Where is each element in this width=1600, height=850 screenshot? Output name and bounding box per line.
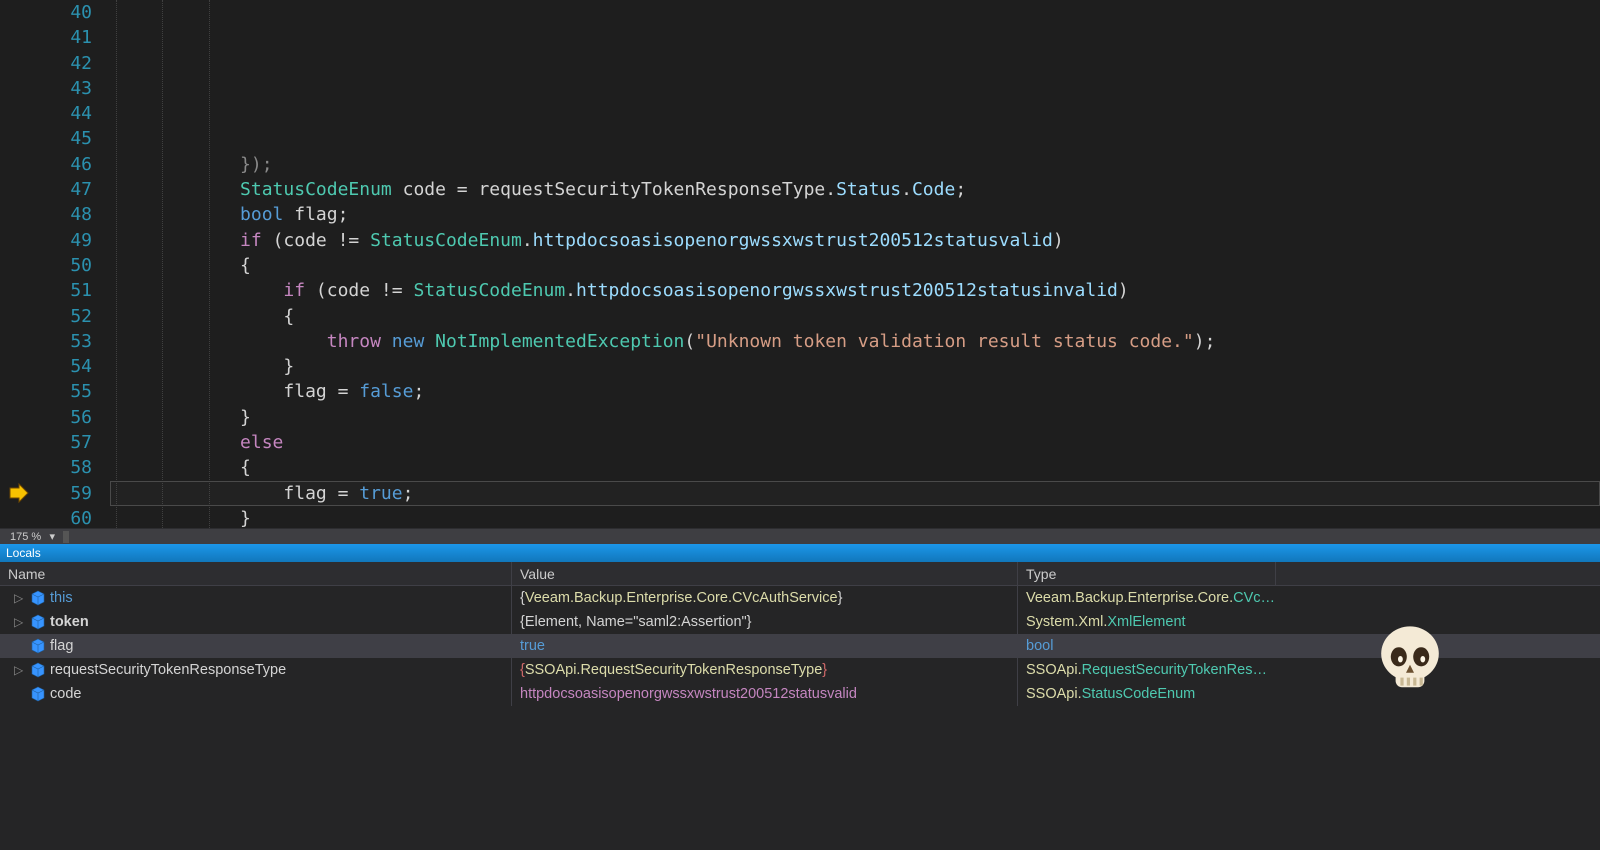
locals-column-headers: Name Value Type bbox=[0, 562, 1600, 586]
skull-icon bbox=[1370, 620, 1450, 700]
expander-icon[interactable]: ▷ bbox=[14, 591, 26, 605]
locals-row[interactable]: ▷ requestSecurityTokenResponseType {SSOApi… bbox=[0, 658, 1600, 682]
locals-value-cell[interactable]: {SSOApi.RequestSecurityTokenResponseType… bbox=[512, 658, 1018, 682]
locals-panel-title[interactable]: Locals bbox=[0, 544, 1600, 562]
locals-name-cell[interactable]: ▷ this bbox=[0, 586, 512, 610]
locals-type-cell: Veeam.Backup.Enterprise.Core.CVc… bbox=[1018, 586, 1276, 610]
variable-cube-icon bbox=[30, 638, 46, 654]
locals-header-value[interactable]: Value bbox=[512, 562, 1018, 585]
locals-name-cell[interactable]: code bbox=[0, 682, 512, 706]
locals-header-name[interactable]: Name bbox=[0, 562, 512, 585]
locals-var-name: code bbox=[50, 686, 81, 702]
locals-value-cell[interactable]: {Veeam.Backup.Enterprise.Core.CVcAuthSer… bbox=[512, 586, 1018, 610]
locals-var-name: flag bbox=[50, 638, 73, 654]
locals-value-cell[interactable]: httpdocsoasisopenorgwssxwstrust200512sta… bbox=[512, 682, 1018, 706]
locals-name-cell[interactable]: flag bbox=[0, 634, 512, 658]
locals-panel: Locals Name Value Type ▷ this {Veeam.Backu… bbox=[0, 544, 1600, 850]
locals-name-cell[interactable]: ▷ token bbox=[0, 610, 512, 634]
variable-cube-icon bbox=[30, 614, 46, 630]
locals-var-name: requestSecurityTokenResponseType bbox=[50, 662, 286, 678]
variable-cube-icon bbox=[30, 662, 46, 678]
locals-type-cell: System.Xml.XmlElement bbox=[1018, 610, 1276, 634]
locals-var-name: token bbox=[50, 614, 89, 630]
line-number-gutter: 40 41 42 43 44 45 46 47 48 49 50 51 52 5… bbox=[38, 0, 110, 528]
locals-name-cell[interactable]: ▷ requestSecurityTokenResponseType bbox=[0, 658, 512, 682]
locals-header-type[interactable]: Type bbox=[1018, 562, 1276, 585]
locals-type-cell: SSOApi.StatusCodeEnum bbox=[1018, 682, 1276, 706]
variable-cube-icon bbox=[30, 686, 46, 702]
locals-type-cell: SSOApi.RequestSecurityTokenRes… bbox=[1018, 658, 1276, 682]
locals-row[interactable]: ▷ this {Veeam.Backup.Enterprise.Core.CVcAu… bbox=[0, 586, 1600, 610]
code-body[interactable]: }); StatusCodeEnum code = requestSecurit… bbox=[110, 0, 1600, 528]
expander-icon[interactable]: ▷ bbox=[14, 663, 26, 677]
scrollbar-thumb[interactable] bbox=[63, 531, 69, 543]
breakpoint-gutter[interactable] bbox=[0, 0, 38, 528]
locals-type-cell: bool bbox=[1018, 634, 1276, 658]
locals-rows: ▷ this {Veeam.Backup.Enterprise.Core.CVcAu… bbox=[0, 586, 1600, 706]
zoom-level[interactable]: 175 % bbox=[10, 531, 41, 543]
locals-row[interactable]: code httpdocsoasisopenorgwssxwstrust20051… bbox=[0, 682, 1600, 706]
variable-cube-icon bbox=[30, 590, 46, 606]
locals-value-cell[interactable]: true bbox=[512, 634, 1018, 658]
editor-status-bar: 175 % ▾ bbox=[0, 528, 1600, 544]
locals-row[interactable]: flag truebool bbox=[0, 634, 1600, 658]
expander-icon[interactable]: ▷ bbox=[14, 615, 26, 629]
horizontal-scrollbar[interactable] bbox=[63, 530, 1600, 544]
locals-var-name: this bbox=[50, 590, 73, 606]
zoom-dropdown-icon[interactable]: ▾ bbox=[45, 530, 59, 543]
locals-value-cell[interactable]: {Element, Name="saml2:Assertion"} bbox=[512, 610, 1018, 634]
code-editor[interactable]: 40 41 42 43 44 45 46 47 48 49 50 51 52 5… bbox=[0, 0, 1600, 528]
current-statement-arrow-icon bbox=[8, 482, 30, 504]
locals-row[interactable]: ▷ token {Element, Name="saml2:Assertion"}S… bbox=[0, 610, 1600, 634]
